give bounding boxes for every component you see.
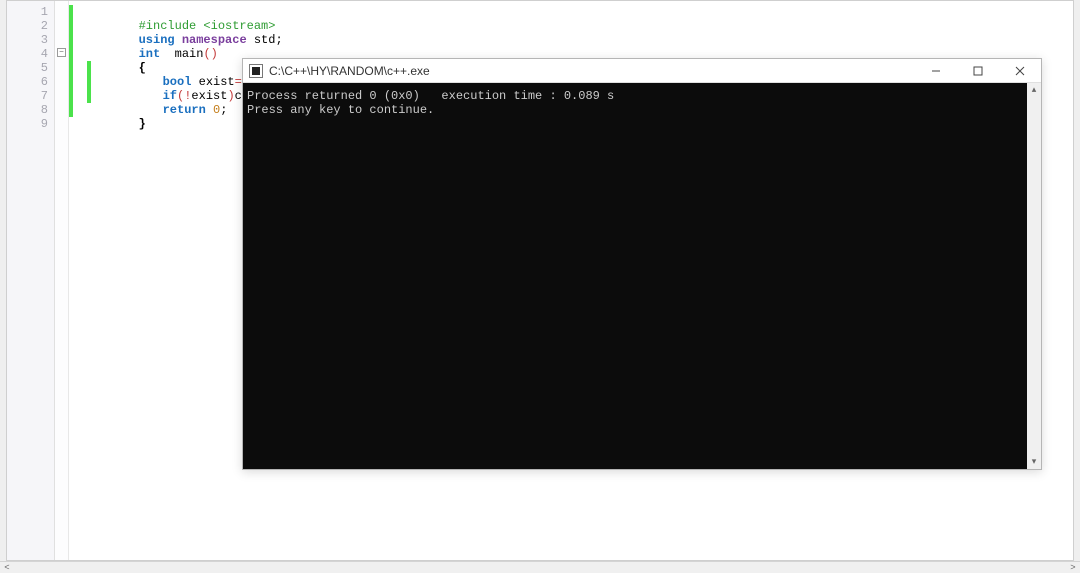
scroll-right-arrow-icon[interactable]: > [1066,562,1080,573]
console-title: C:\C++\HY\RANDOM\c++.exe [269,64,915,78]
line-number: 4 [7,47,54,61]
scroll-down-arrow-icon[interactable]: ▾ [1027,455,1041,469]
horizontal-scrollbar[interactable]: < > [0,561,1080,573]
console-window: C:\C++\HY\RANDOM\c++.exe Process returne… [242,58,1042,470]
code-line: int main() [81,33,218,47]
change-marker [69,5,73,117]
token-brace: } [139,117,146,131]
code-line: bool exist=1; [105,61,256,75]
code-line: { [81,47,146,61]
code-line: using namespace std; [81,19,283,33]
scroll-up-arrow-icon[interactable]: ▴ [1027,83,1041,97]
close-icon [1015,66,1025,76]
maximize-icon [973,66,983,76]
token-punct: ; [275,33,282,47]
console-vertical-scrollbar[interactable]: ▴ ▾ [1027,83,1041,469]
console-output[interactable]: Process returned 0 (0x0) execution time … [243,83,1027,469]
fold-toggle-icon[interactable]: − [57,48,66,57]
line-number: 8 [7,103,54,117]
console-line: Process returned 0 (0x0) execution time … [247,89,614,103]
token-identifier: std [254,33,276,47]
scroll-left-arrow-icon[interactable]: < [0,562,14,573]
token-keyword: return [163,103,206,117]
line-number: 6 [7,75,54,89]
line-number: 9 [7,117,54,131]
console-title-bar[interactable]: C:\C++\HY\RANDOM\c++.exe [243,59,1041,83]
token-paren: ) [227,89,234,103]
line-number-gutter: 1 2 3 4 5 6 7 8 9 [7,1,55,560]
fold-column: − [55,1,69,560]
line-number: 5 [7,61,54,75]
line-number: 2 [7,19,54,33]
maximize-button[interactable] [957,59,999,82]
close-button[interactable] [999,59,1041,82]
line-number: 1 [7,5,54,19]
token-function: main [175,47,204,61]
code-line: } [81,103,146,117]
window-controls [915,59,1041,82]
minimize-button[interactable] [915,59,957,82]
line-number: 7 [7,89,54,103]
line-number: 3 [7,33,54,47]
minimize-icon [931,66,941,76]
token-parens: () [203,47,217,61]
console-line: Press any key to continue. [247,103,434,117]
console-app-icon [249,64,263,78]
token-punct: ; [220,103,227,117]
code-line: return 0; [105,89,227,103]
code-line: #include <iostream> [81,5,275,19]
